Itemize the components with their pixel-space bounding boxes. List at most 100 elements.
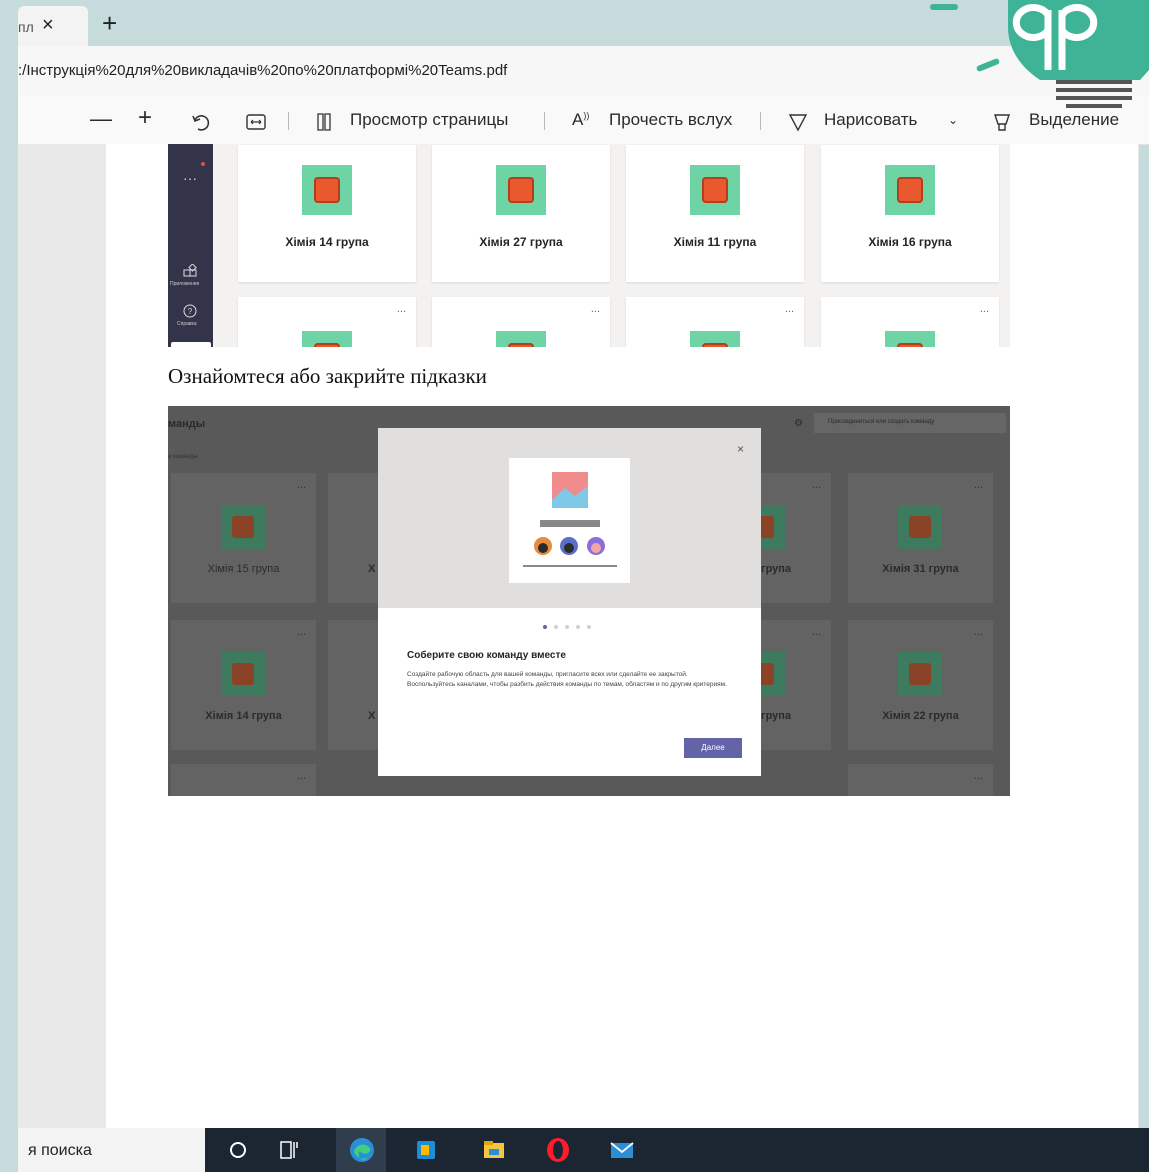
team-icon <box>496 331 546 347</box>
page-view-icon <box>317 113 331 131</box>
rail-help-label: Справка <box>177 321 197 327</box>
logo-icon <box>1008 0 1149 108</box>
team-icon <box>496 165 546 215</box>
browser-tab[interactable]: пл × <box>18 6 88 46</box>
more-options-icon[interactable]: ... <box>980 303 989 315</box>
team-card[interactable]: ... <box>171 764 316 796</box>
team-name: Хімія 31 група <box>882 563 959 575</box>
team-name: Хімія 14 група <box>205 710 282 722</box>
team-card[interactable]: ... Хімія 15 група <box>171 473 316 603</box>
more-options-icon[interactable]: ... <box>974 770 983 782</box>
team-card[interactable]: Х <box>328 620 378 750</box>
team-card[interactable]: Хімія 27 група <box>432 145 610 282</box>
team-card[interactable]: ... Хімія 22 група <box>848 620 993 750</box>
teams-screenshot-modal: манды и команды ⚙ Присоединиться или соз… <box>168 406 1010 796</box>
more-options-icon[interactable]: ... <box>812 479 821 491</box>
close-icon[interactable]: × <box>737 442 744 456</box>
more-options-icon[interactable]: ... <box>297 479 306 491</box>
cortana-icon[interactable] <box>224 1136 252 1164</box>
windows-taskbar: я поиска <box>18 1128 1149 1172</box>
team-name-fragment: група <box>761 563 792 575</box>
team-card[interactable]: ... <box>238 297 416 347</box>
more-options-icon[interactable]: ... <box>297 626 306 638</box>
task-view-icon[interactable] <box>274 1136 302 1164</box>
more-options-icon[interactable]: ... <box>974 626 983 638</box>
team-card[interactable]: ... група <box>741 620 831 750</box>
zoom-out-button[interactable]: — <box>90 106 112 132</box>
toolbar-divider <box>288 112 289 130</box>
toolbar-divider <box>760 112 761 130</box>
team-card[interactable]: ... <box>848 764 993 796</box>
photos-app-icon[interactable] <box>412 1136 440 1164</box>
team-icon <box>885 165 935 215</box>
more-apps-icon: ··· <box>183 170 197 186</box>
team-card[interactable]: Хімія 14 група <box>238 145 416 282</box>
join-create-team-button[interactable]: Присоединиться или создать команду <box>814 413 1006 433</box>
tab-close-icon[interactable]: × <box>42 14 54 37</box>
taskbar-search-box[interactable]: я поиска <box>18 1128 205 1172</box>
page-view-button[interactable]: Просмотр страницы <box>350 110 508 130</box>
tab-bar: пл × + <box>18 0 1149 46</box>
team-card[interactable]: Х <box>328 473 378 603</box>
more-options-icon[interactable]: ... <box>785 303 794 315</box>
teams-subheader: и команды <box>168 454 198 460</box>
team-name: Хімія 16 група <box>868 235 952 249</box>
more-options-icon[interactable]: ... <box>397 303 406 315</box>
teams-app-rail: ··· Приложения ? Справка <box>168 144 213 347</box>
team-card[interactable]: ... <box>626 297 804 347</box>
page-dot-active[interactable] <box>543 625 547 629</box>
team-illustration <box>509 458 630 583</box>
chevron-down-icon[interactable]: ⌄ <box>948 113 958 127</box>
rail-apps-label: Приложения <box>170 281 200 287</box>
opera-browser-icon[interactable] <box>544 1136 572 1164</box>
dialog-illustration-area: × <box>378 428 761 608</box>
team-card[interactable]: ... група <box>741 473 831 603</box>
team-icon <box>690 165 740 215</box>
notification-dot <box>201 162 205 166</box>
team-card[interactable]: ... Хімія 31 група <box>848 473 993 603</box>
more-options-icon[interactable]: ... <box>591 303 600 315</box>
team-name: Хімія 22 група <box>882 710 959 722</box>
search-placeholder: я поиска <box>28 1142 92 1159</box>
team-card[interactable]: ... Хімія 14 група <box>171 620 316 750</box>
page-dot[interactable] <box>576 625 580 629</box>
new-tab-button[interactable]: + <box>102 8 117 39</box>
zoom-in-button[interactable]: + <box>138 104 152 132</box>
team-icon <box>898 652 942 696</box>
draw-button[interactable]: Нарисовать <box>824 110 917 130</box>
join-create-team-label: Присоединиться или создать команду <box>828 419 935 425</box>
teams-header: манды <box>168 418 206 430</box>
mail-app-icon[interactable] <box>608 1136 636 1164</box>
team-card[interactable]: ... <box>821 297 999 347</box>
team-name: Хімія 15 група <box>207 563 280 575</box>
more-options-icon[interactable]: ... <box>974 479 983 491</box>
team-icon <box>898 505 942 549</box>
fit-width-icon[interactable] <box>246 114 266 130</box>
team-icon <box>221 505 265 549</box>
dialog-title: Соберите свою команду вместе <box>407 650 566 661</box>
team-name: Хімія 14 група <box>285 235 369 249</box>
team-card[interactable]: Хімія 11 група <box>626 145 804 282</box>
edge-browser-icon[interactable] <box>348 1136 376 1164</box>
more-options-icon[interactable]: ... <box>297 770 306 782</box>
team-icon <box>221 652 265 696</box>
page-dot[interactable] <box>587 625 591 629</box>
file-explorer-icon[interactable] <box>480 1136 508 1164</box>
page-dot[interactable] <box>565 625 569 629</box>
team-card[interactable]: ... <box>432 297 610 347</box>
team-card[interactable]: Хімія 16 група <box>821 145 999 282</box>
svg-text:?: ? <box>188 307 193 316</box>
team-name-fragment: група <box>761 710 792 722</box>
settings-icon: ⚙ <box>794 418 803 429</box>
team-icon <box>302 165 352 215</box>
team-name: Хімія 27 група <box>479 235 563 249</box>
draw-icon <box>788 114 808 132</box>
more-options-icon[interactable]: ... <box>812 626 821 638</box>
rail-bottom-button <box>171 342 211 347</box>
next-button[interactable]: Далее <box>684 738 742 758</box>
read-aloud-button[interactable]: Прочесть вслух <box>609 110 732 130</box>
rotate-icon[interactable] <box>190 112 212 134</box>
page-dot[interactable] <box>554 625 558 629</box>
teams-screenshot-grid: ··· Приложения ? Справка Хімія 14 група … <box>168 144 1010 347</box>
help-icon: ? <box>183 304 197 318</box>
